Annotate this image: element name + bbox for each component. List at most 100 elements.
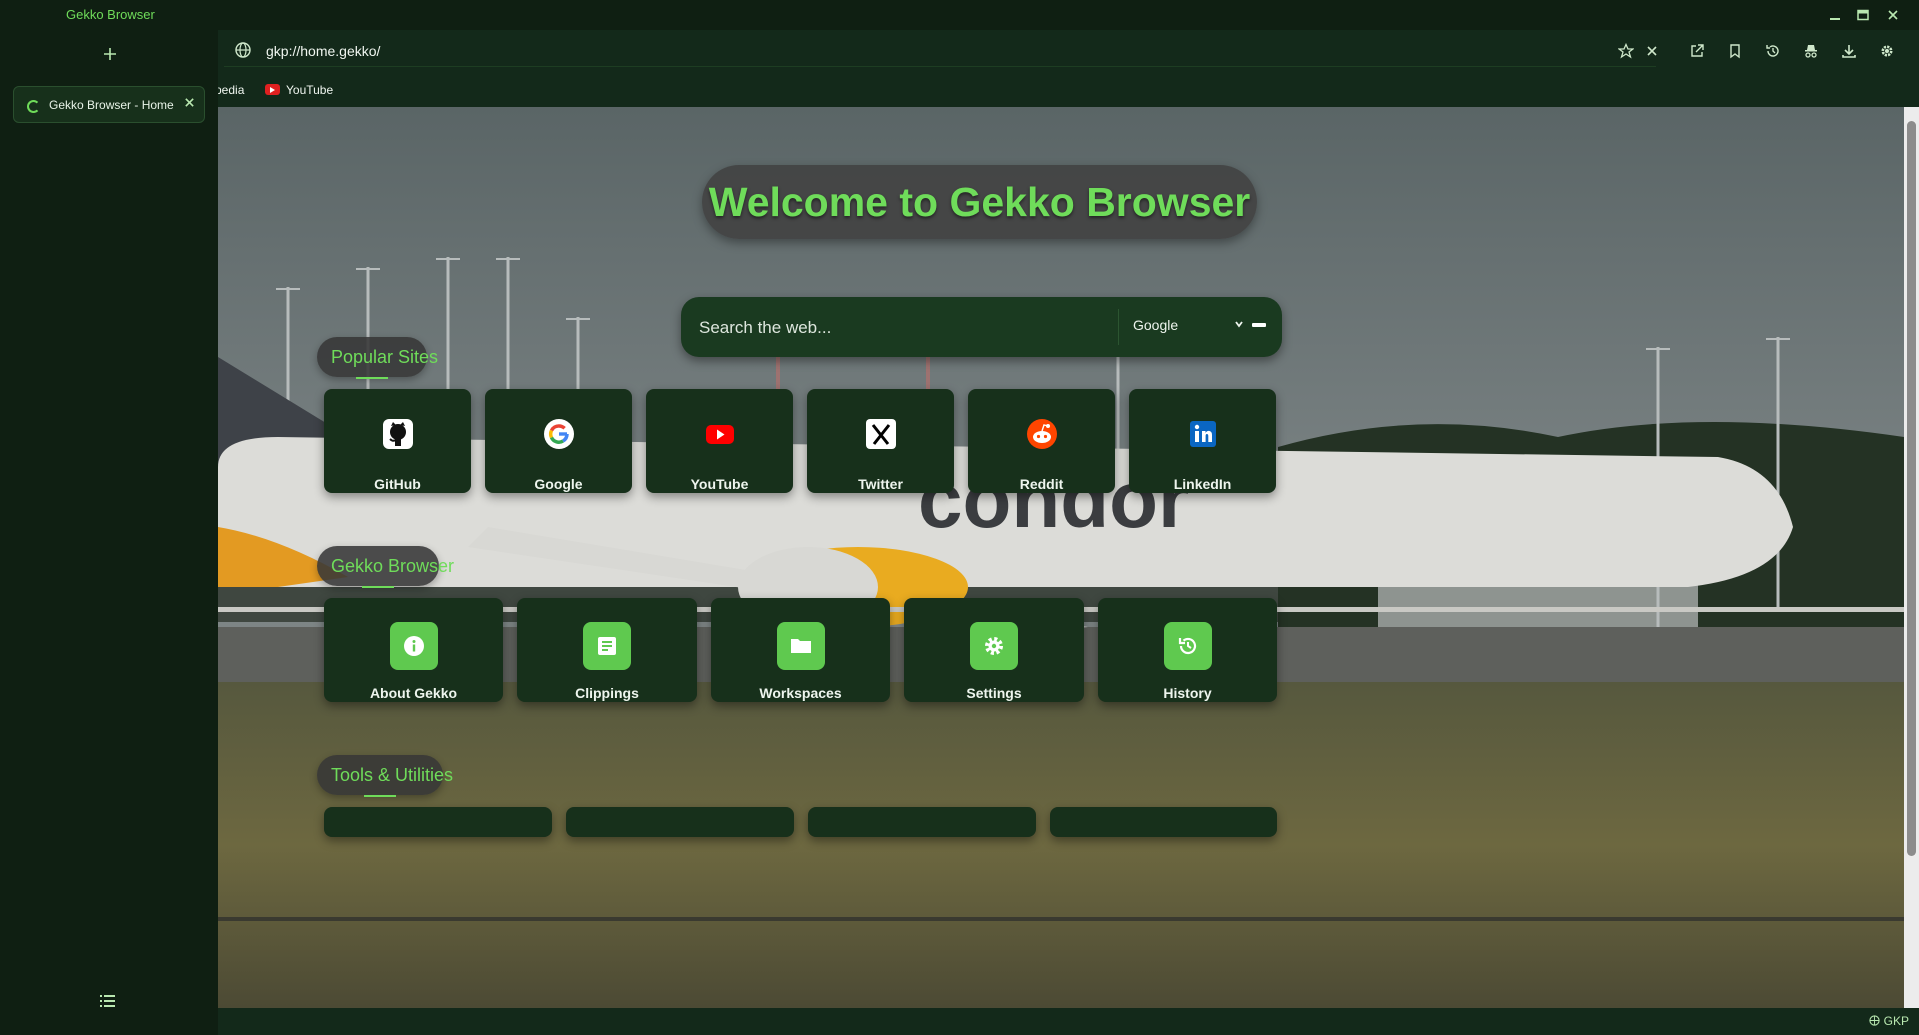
title-bar: Gekko Browser [0,0,1919,30]
downloads-button[interactable] [1838,40,1860,62]
chevron-down-icon[interactable] [1234,316,1244,332]
history-icon [1766,45,1779,57]
github-icon [381,417,415,451]
site-label: Reddit [1019,476,1064,492]
gekko-card-label: History [1163,685,1212,701]
site-label: LinkedIn [1173,476,1232,492]
tool-card[interactable] [566,807,794,837]
google-icon [542,417,576,451]
globe-icon [1869,1015,1880,1026]
youtube-icon [703,417,737,451]
section-gekko-browser: Gekko Browser [317,546,454,588]
section-underline [356,377,388,379]
history-button[interactable] [1762,40,1784,62]
close-window-button[interactable] [1882,4,1904,26]
section-underline [364,795,396,797]
gekko-card-label: Clippings [575,685,639,701]
history-icon [1163,622,1212,670]
bookmark-wikipedia[interactable]: pedia [218,83,244,97]
status-label: GKP [1883,1014,1909,1028]
site-label: Google [534,476,583,492]
status-protocol: GKP [1869,1014,1909,1028]
home-page: condor Welcome to Gekko Browser Google P… [218,107,1904,1008]
site-card-github[interactable]: GitHub [324,389,471,493]
settings-button[interactable] [1876,40,1898,62]
folder-icon [776,622,825,670]
incognito-button[interactable] [1800,40,1822,62]
site-label: YouTube [690,476,749,492]
globe-icon [235,42,251,58]
site-card-reddit[interactable]: Reddit [968,389,1115,493]
bookmark-youtube[interactable]: YouTube [265,83,333,97]
gekko-card-clippings[interactable]: Clippings [517,598,697,702]
site-card-linkedin[interactable]: LinkedIn [1129,389,1276,493]
welcome-title: Welcome to Gekko Browser [708,178,1251,225]
gear-icon [970,622,1018,670]
url-text[interactable]: gkp://home.gekko/ [266,43,380,59]
bookmark-star-button[interactable] [1615,40,1637,62]
site-card-youtube[interactable]: YouTube [646,389,793,493]
tool-card[interactable] [808,807,1036,837]
maximize-button[interactable] [1852,4,1874,26]
scrollbar-thumb[interactable] [1907,121,1916,856]
incognito-icon [1805,45,1817,58]
gekko-card-settings[interactable]: Settings [904,598,1084,702]
plus-icon [104,48,116,60]
linkedin-icon [1186,417,1220,451]
page-scrollbar[interactable] [1904,107,1919,1008]
section-title: Popular Sites [331,347,439,367]
gekko-card-about[interactable]: About Gekko [324,598,503,702]
sidebar: Gekko Browser - Home [0,30,219,1035]
app-title: Gekko Browser [66,7,155,22]
bookmark-icon [1730,44,1740,59]
close-icon [1647,46,1657,56]
star-icon [1618,43,1634,59]
site-card-google[interactable]: Google [485,389,632,493]
section-title: Gekko Browser [331,556,455,576]
site-card-twitter[interactable]: Twitter [807,389,954,493]
url-box[interactable]: gkp://home.gekko/ [224,36,1656,67]
bookmarks-bar: pedia YouTube [218,74,1919,107]
open-external-button[interactable] [1686,40,1708,62]
tool-card[interactable] [324,807,552,837]
gear-icon [1881,45,1893,57]
tab-label: Gekko Browser - Home [49,98,174,112]
welcome-banner: Welcome to Gekko Browser [702,165,1257,239]
x-twitter-icon [864,417,898,451]
loading-icon [27,100,40,113]
section-popular-sites: Popular Sites [317,337,438,379]
external-link-icon [1691,44,1704,57]
reddit-icon [1025,417,1059,451]
gekko-card-label: Settings [966,685,1022,701]
maximize-icon [1857,9,1869,21]
youtube-icon [265,84,280,95]
search-input[interactable] [697,311,1101,345]
close-tab-icon[interactable] [184,95,195,112]
section-title: Tools & Utilities [331,765,454,785]
clippings-icon [583,622,631,670]
gekko-card-history[interactable]: History [1098,598,1277,702]
clear-url-button[interactable] [1641,40,1663,62]
minus-icon[interactable] [1252,323,1266,327]
airplane-background: condor [218,107,1904,1008]
tool-card[interactable] [1050,807,1277,837]
site-label: GitHub [374,476,421,492]
minimize-button[interactable] [1824,4,1846,26]
search-engine-select[interactable]: Google [1133,317,1178,333]
bookmarks-button[interactable] [1724,40,1746,62]
section-tools-utilities: Tools & Utilities [317,755,453,797]
tab-gekko-home[interactable]: Gekko Browser - Home [13,86,205,123]
minimize-icon [1830,18,1840,20]
status-bar: GKP [218,1008,1919,1035]
gekko-card-workspaces[interactable]: Workspaces [711,598,890,702]
site-label: Twitter [858,476,903,492]
address-bar: gkp://home.gekko/ [218,30,1919,74]
new-tab-button[interactable] [98,44,122,68]
list-icon[interactable] [100,994,116,1013]
section-underline [362,586,394,588]
gekko-card-label: Workspaces [759,685,842,701]
close-icon [1888,10,1898,20]
gekko-card-label: About Gekko [369,685,458,701]
bookmark-label: YouTube [286,83,334,97]
search-box: Google [681,297,1282,357]
